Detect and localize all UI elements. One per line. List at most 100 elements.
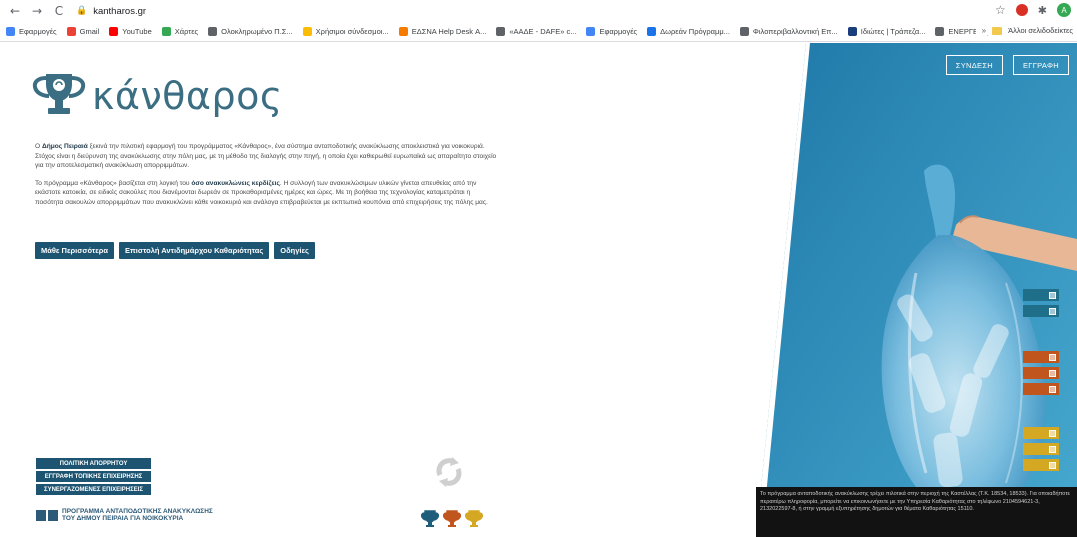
- bookmark-favicon-icon: [109, 27, 119, 36]
- bookmark-favicon-icon: [847, 27, 857, 36]
- bookmark-favicon-icon: [161, 27, 171, 36]
- footer-links: ΠΟΛΙΤΙΚΗ ΑΠΟΡΡΗΤΟΥ ΕΓΓΡΑΦΗ ΤΟΠΙΚΗΣ ΕΠΙΧΕ…: [36, 458, 151, 495]
- recycle-loading-icon: [436, 457, 462, 487]
- bookmark-item[interactable]: Ολοκληρωμένο Π.Σ...: [208, 27, 293, 36]
- municipality-emblem-icon: [36, 509, 58, 521]
- register-button[interactable]: ΕΓΓΡΑΦΗ: [1013, 55, 1069, 75]
- bookmark-item[interactable]: Εφαρμογές: [6, 27, 57, 36]
- extension-icon[interactable]: [1015, 4, 1028, 16]
- bin-icon: [1049, 291, 1056, 299]
- bookmark-star-icon[interactable]: ☆: [995, 3, 1006, 17]
- bookmark-item[interactable]: Gmail: [66, 27, 100, 36]
- extensions-puzzle-icon[interactable]: ✱: [1038, 4, 1047, 17]
- bookmark-label: YouTube: [122, 27, 152, 36]
- bookmark-label: Εφαρμογές: [19, 27, 57, 36]
- bookmark-label: ΕΔΣΝΑ Help Desk Α...: [411, 27, 487, 36]
- bookmark-item[interactable]: Χρήσιμοι σύνδεσμοι...: [302, 27, 389, 36]
- bookmark-label: Χάρτες: [174, 27, 199, 36]
- letter-button[interactable]: Επιστολή Αντιδημάρχου Καθαριότητας: [119, 242, 270, 259]
- blue-bin-tabs: [1023, 289, 1059, 317]
- bookmark-favicon-icon: [586, 27, 596, 36]
- program-title-line-2: ΤΟΥ ΔΗΜΟΥ ΠΕΙΡΑΙΑ ΓΙΑ ΝΟΙΚΟΚΥΡΙΑ: [62, 515, 184, 522]
- bookmarks-more-button[interactable]: »: [982, 26, 986, 35]
- blue-bin-tab[interactable]: [1023, 305, 1059, 317]
- bookmark-favicon-icon: [647, 27, 657, 36]
- hero-image-panel: ΣΥΝΔΕΣΗ ΕΓΓΡΑΦΗ Το πρόγραμμα ανταποδοτικ…: [756, 43, 1077, 537]
- yellow-bin-tab[interactable]: [1023, 443, 1059, 455]
- lock-icon: 🔒: [76, 6, 88, 16]
- trophy-logo-icon: [32, 74, 86, 114]
- bookmark-item[interactable]: Εφαρμογές: [586, 27, 637, 36]
- orange-trophy-icon: [443, 510, 461, 527]
- other-bookmarks-label[interactable]: Άλλοι σελιδοδείκτες: [1008, 26, 1073, 35]
- bookmark-label: «ΑΑΔΕ - DAFE» c...: [509, 27, 577, 36]
- profile-avatar[interactable]: A: [1057, 3, 1071, 17]
- orange-bin-tab[interactable]: [1023, 383, 1059, 395]
- yellow-trophy-icon: [465, 510, 483, 527]
- bookmark-item[interactable]: ΕΔΣΝΑ Help Desk Α...: [398, 27, 487, 36]
- folder-icon: [992, 26, 1003, 35]
- bookmarks-bar: Εφαρμογές Gmail YouTube Χάρτες Ολοκληρωμένο …: [0, 22, 1077, 42]
- bookmark-favicon-icon: [935, 27, 945, 36]
- yellow-bin-tab[interactable]: [1023, 427, 1059, 439]
- logo-wordmark: κάνθαρος: [92, 74, 283, 118]
- yellow-bin-tabs: [1023, 427, 1059, 471]
- bookmark-favicon-icon: [208, 27, 218, 36]
- bookmark-label: Χρήσιμοι σύνδεσμοι...: [315, 27, 389, 36]
- bookmark-label: Φιλοπεριβαλλοντική Επ...: [752, 27, 838, 36]
- login-button[interactable]: ΣΥΝΔΕΣΗ: [945, 55, 1003, 75]
- learn-more-button[interactable]: Μάθε Περισσότερα: [35, 242, 115, 259]
- bin-icon: [1049, 369, 1056, 377]
- pilot-disclaimer: Το πρόγραμμα ανταποδοτικής ανακύκλωσης τ…: [756, 487, 1077, 537]
- local-business-registration-link[interactable]: ΕΓΓΡΑΦΗ ΤΟΠΙΚΗΣ ΕΠΙΧΕΙΡΗΣΗΣ: [36, 471, 151, 482]
- browser-toolbar: ← → C 🔒 kantharos.gr ☆ ✱ A: [0, 0, 1077, 22]
- bookmarks-overflow: » Άλλοι σελιδοδείκτες: [975, 26, 1073, 35]
- bookmark-label: Εφαρμογές: [599, 27, 638, 36]
- bookmark-favicon-icon: [398, 27, 408, 36]
- bookmark-favicon-icon: [302, 27, 312, 36]
- program-banner: ΠΡΟΓΡΑΜΜΑ ΑΝΤΑΠΟΔΟΤΙΚΗΣ ΑΝΑΚΥΚΛΩΣΗΣ ΤΟΥ …: [36, 508, 213, 522]
- back-arrow-icon[interactable]: ←: [8, 4, 22, 18]
- address-bar[interactable]: 🔒 kantharos.gr: [76, 3, 146, 19]
- orange-bin-tab[interactable]: [1023, 367, 1059, 379]
- bin-icon: [1049, 445, 1056, 453]
- bookmark-favicon-icon: [6, 27, 15, 36]
- trophy-cups: [421, 510, 483, 528]
- bookmark-item[interactable]: Φιλοπεριβαλλοντική Επ...: [739, 27, 838, 36]
- cta-buttons: Μάθε Περισσότερα Επιστολή Αντιδημάρχου Κ…: [35, 242, 315, 259]
- intro-paragraph-1: Ο Δήμος Πειραιά ξεκινά την πιλοτική εφαρ…: [35, 143, 497, 170]
- bin-icon: [1049, 461, 1056, 469]
- bookmark-label: Δωρεάν Πρόγραμμ...: [660, 27, 730, 36]
- bin-icon: [1049, 353, 1056, 361]
- auth-buttons: ΣΥΝΔΕΣΗ ΕΓΓΡΑΦΗ: [945, 55, 1069, 75]
- bookmark-item[interactable]: Χάρτες: [161, 27, 199, 36]
- instructions-button[interactable]: Οδηγίες: [274, 242, 315, 259]
- bin-icon: [1049, 429, 1056, 437]
- bookmark-favicon-icon: [739, 27, 749, 36]
- bookmark-label: Ιδιώτες | Τράπεζα...: [860, 27, 926, 36]
- orange-bin-tab[interactable]: [1023, 351, 1059, 363]
- bin-icon: [1049, 385, 1056, 393]
- intro-paragraph-2: Το πρόγραμμα «Κάνθαρος» βασίζεται στη λο…: [35, 179, 488, 206]
- reload-icon[interactable]: C: [52, 4, 66, 18]
- orange-bin-tabs: [1023, 351, 1059, 395]
- bookmark-item[interactable]: «ΑΑΔΕ - DAFE» c...: [496, 27, 576, 36]
- bin-icon: [1049, 307, 1056, 315]
- page: κάνθαρος Ο Δήμος Πειραιά ξεκινά την πιλο…: [0, 43, 1077, 537]
- bookmark-item[interactable]: Ιδιώτες | Τράπεζα...: [847, 27, 926, 36]
- forward-arrow-icon[interactable]: →: [30, 4, 44, 18]
- blue-bin-tab[interactable]: [1023, 289, 1059, 301]
- privacy-policy-link[interactable]: ΠΟΛΙΤΙΚΗ ΑΠΟΡΡΗΤΟΥ: [36, 458, 151, 469]
- bookmark-item[interactable]: YouTube: [109, 27, 152, 36]
- intro-text: Ο Δήμος Πειραιά ξεκινά την πιλοτική εφαρ…: [35, 142, 500, 216]
- bookmark-favicon-icon: [496, 27, 506, 36]
- bookmark-favicon-icon: [66, 27, 76, 36]
- bookmark-item[interactable]: Δωρεάν Πρόγραμμ...: [647, 27, 730, 36]
- blue-trophy-icon: [421, 510, 439, 527]
- url-text: kantharos.gr: [93, 5, 147, 17]
- bookmark-label: Gmail: [79, 27, 100, 36]
- site-logo[interactable]: κάνθαρος: [32, 70, 283, 122]
- yellow-bin-tab[interactable]: [1023, 459, 1059, 471]
- bookmark-label: Ολοκληρωμένο Π.Σ...: [221, 27, 293, 36]
- partner-businesses-link[interactable]: ΣΥΝΕΡΓΑΖΟΜΕΝΕΣ ΕΠΙΧΕΙΡΗΣΕΙΣ: [36, 484, 151, 495]
